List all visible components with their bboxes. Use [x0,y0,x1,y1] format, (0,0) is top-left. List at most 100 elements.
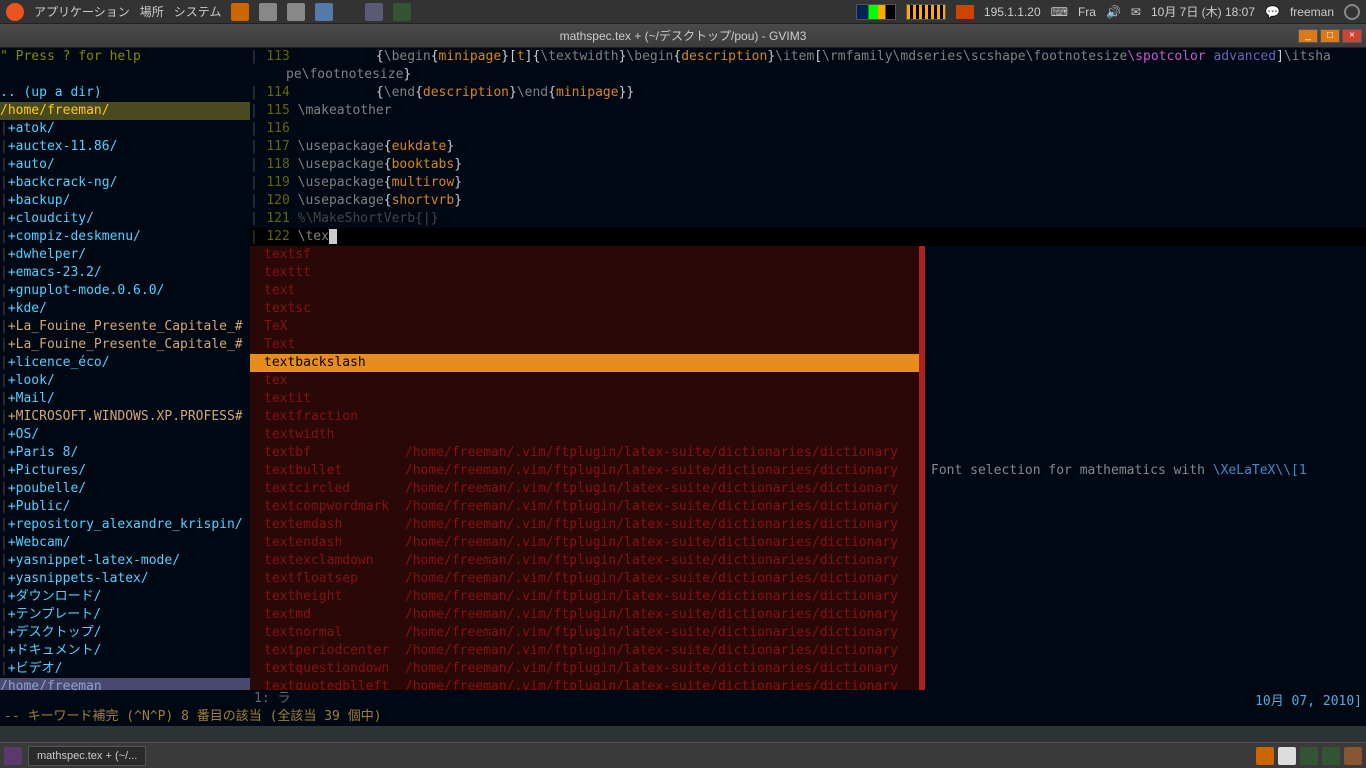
network-monitor-icon[interactable] [856,4,896,20]
status-date: 10月 07, 2010] [1251,690,1366,708]
completion-item[interactable]: texttt [250,264,925,282]
maximize-button[interactable]: □ [1320,29,1340,43]
nerdtree-root[interactable]: /home/freeman/ [0,102,250,120]
completion-item[interactable]: textbullet /home/freeman/.vim/ftplugin/l… [250,462,925,480]
tray-gvim2-icon[interactable] [1322,747,1340,765]
window-titlebar[interactable]: mathspec.tex + (~/デスクトップ/pou) - GVIM3 _ … [0,24,1366,48]
nerdtree-entry[interactable]: |+gnuplot-mode.0.6.0/ [0,282,250,300]
taskbar-gvim[interactable]: mathspec.tex + (~/... [28,746,146,766]
nerdtree-entry[interactable]: |+repository_alexandre_krispin/ [0,516,250,534]
gvim-icon[interactable] [393,3,411,21]
nerdtree-entry[interactable]: |+ドキュメント/ [0,642,250,660]
completion-item[interactable]: textit [250,390,925,408]
nerdtree-entry[interactable]: |+yasnippets-latex/ [0,570,250,588]
completion-item[interactable]: tex [250,372,925,390]
nerdtree-entry[interactable]: |+emacs-23.2/ [0,264,250,282]
nerdtree-entry[interactable]: |+Webcam/ [0,534,250,552]
clock[interactable]: 10月 7日 (木) 18:07 [1151,3,1255,20]
completion-item[interactable]: textquestiondown /home/freeman/.vim/ftpl… [250,660,925,678]
keyboard-layout[interactable]: Fra [1078,5,1096,19]
firefox-icon[interactable] [231,3,249,21]
cpu-monitor-icon[interactable] [906,4,946,20]
chat-icon[interactable]: 💬 [1265,5,1280,19]
tray-clipboard-icon[interactable] [1278,747,1296,765]
nerdtree-entry[interactable]: |+ダウンロード/ [0,588,250,606]
completion-item[interactable]: textcircled /home/freeman/.vim/ftplugin/… [250,480,925,498]
nerdtree-entry[interactable]: |+Mail/ [0,390,250,408]
completion-item[interactable]: textexclamdown /home/freeman/.vim/ftplug… [250,552,925,570]
completion-item[interactable]: textbf /home/freeman/.vim/ftplugin/latex… [250,444,925,462]
nerdtree-entry[interactable]: |+backup/ [0,192,250,210]
completion-popup[interactable]: textsftexttttexttextscTeXTexttextbacksla… [250,246,925,690]
close-button[interactable]: × [1342,29,1362,43]
nerdtree-entry[interactable]: |+poubelle/ [0,480,250,498]
nerdtree-entry[interactable]: |+licence_éco/ [0,354,250,372]
nerdtree-entry[interactable]: |+dwhelper/ [0,246,250,264]
nerdtree-entry[interactable]: |+La_Fouine_Presente_Capitale_# [0,318,250,336]
completion-item[interactable]: textsf [250,246,925,264]
username[interactable]: freeman [1290,5,1334,19]
menu-applications[interactable]: アプリケーション [34,3,130,20]
menu-places[interactable]: 場所 [140,3,164,20]
nerdtree-entry[interactable]: |+compiz-deskmenu/ [0,228,250,246]
terminal-icon[interactable] [421,3,439,21]
completion-item[interactable]: text [250,282,925,300]
speaker-icon[interactable]: 🔊 [1106,5,1121,19]
completion-item[interactable]: textemdash /home/freeman/.vim/ftplugin/l… [250,516,925,534]
main-buffer[interactable]: |113 {\begin{minipage}[t]{\textwidth}\be… [250,48,1366,690]
nerdtree-entry[interactable]: |+auto/ [0,156,250,174]
completion-item[interactable]: TeX [250,318,925,336]
nerdtree-entry[interactable]: |+auctex-11.86/ [0,138,250,156]
nerdtree-entry[interactable]: |+cloudcity/ [0,210,250,228]
tray-trash-icon[interactable] [1344,747,1362,765]
nerdtree-entry[interactable]: |+look/ [0,372,250,390]
tray-gvim1-icon[interactable] [1300,747,1318,765]
show-desktop-icon[interactable] [4,747,22,765]
envelope-icon[interactable]: ✉ [1131,5,1141,19]
ubuntu-logo-icon[interactable] [6,3,24,21]
nerdtree-sidebar[interactable]: " Press ? for help .. (up a dir) /home/f… [0,48,250,690]
nerdtree-entry[interactable]: |+Paris 8/ [0,444,250,462]
mail-icon[interactable] [287,3,305,21]
completion-item[interactable]: textmd /home/freeman/.vim/ftplugin/latex… [250,606,925,624]
nerdtree-entry[interactable]: |+デスクトップ/ [0,624,250,642]
nerdtree-entry[interactable]: |+MICROSOFT.WINDOWS.XP.PROFESS# [0,408,250,426]
completion-item[interactable]: textsc [250,300,925,318]
ip-address: 195.1.1.20 [984,5,1041,19]
completion-item[interactable]: textendash /home/freeman/.vim/ftplugin/l… [250,534,925,552]
completion-item[interactable]: textbackslash [250,354,925,372]
snowflake-icon[interactable] [315,3,333,21]
completion-item[interactable]: textnormal /home/freeman/.vim/ftplugin/l… [250,624,925,642]
completion-item[interactable]: Text [250,336,925,354]
nerdtree-entry[interactable]: |+kde/ [0,300,250,318]
nerdtree-entry[interactable]: |+Public/ [0,498,250,516]
nerdtree-updir[interactable]: .. (up a dir) [0,84,250,102]
gvim-window: mathspec.tex + (~/デスクトップ/pou) - GVIM3 _ … [0,24,1366,726]
indicator-icon[interactable] [956,5,974,19]
completion-item[interactable]: textfraction [250,408,925,426]
tray-firefox-icon[interactable] [1256,747,1274,765]
menu-system[interactable]: システム [174,3,222,20]
nerdtree-entry[interactable]: |+atok/ [0,120,250,138]
emacs-icon[interactable] [365,3,383,21]
nerdtree-entry[interactable]: |+backcrack-ng/ [0,174,250,192]
completion-item[interactable]: textquotedblleft /home/freeman/.vim/ftpl… [250,678,925,690]
power-icon[interactable] [1344,4,1360,20]
completion-item[interactable]: textperiodcenter /home/freeman/.vim/ftpl… [250,642,925,660]
completion-item[interactable]: textcompwordmark /home/freeman/.vim/ftpl… [250,498,925,516]
gnome-bottom-panel: mathspec.tex + (~/... [0,742,1366,768]
nerdtree-entry[interactable]: |+Pictures/ [0,462,250,480]
nerdtree-entry[interactable]: |+テンプレート/ [0,606,250,624]
minimize-button[interactable]: _ [1298,29,1318,43]
nerdtree-entry[interactable]: |+La_Fouine_Presente_Capitale_# [0,336,250,354]
nerdtree-entry[interactable]: |+OS/ [0,426,250,444]
completion-item[interactable]: textheight /home/freeman/.vim/ftplugin/l… [250,588,925,606]
completion-item[interactable]: textwidth [250,426,925,444]
keyboard-icon[interactable]: ⌨ [1051,5,1068,19]
nerdtree-entry[interactable]: |+ビデオ/ [0,660,250,678]
thunar-icon[interactable] [259,3,277,21]
completion-scrollbar[interactable] [919,246,925,690]
nerdtree-status: /home/freeman [0,678,250,690]
completion-item[interactable]: textfloatsep /home/freeman/.vim/ftplugin… [250,570,925,588]
nerdtree-entry[interactable]: |+yasnippet-latex-mode/ [0,552,250,570]
